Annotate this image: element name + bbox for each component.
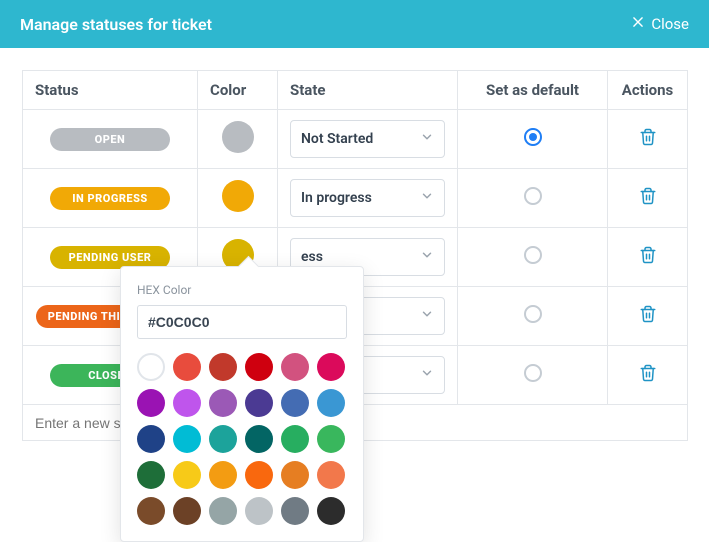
status-badge: OPEN <box>50 128 170 151</box>
picker-swatch[interactable] <box>209 425 237 453</box>
picker-swatch[interactable] <box>317 497 345 525</box>
col-actions: Actions <box>608 71 688 110</box>
picker-swatch[interactable] <box>137 389 165 417</box>
state-value: In progress <box>301 190 372 206</box>
picker-swatch[interactable] <box>245 497 273 525</box>
col-color: Color <box>198 71 278 110</box>
picker-swatch[interactable] <box>281 497 309 525</box>
picker-swatch[interactable] <box>281 389 309 417</box>
chevron-down-icon <box>420 366 434 384</box>
picker-swatch[interactable] <box>137 461 165 489</box>
delete-button[interactable] <box>639 246 657 264</box>
delete-button[interactable] <box>639 128 657 146</box>
col-status: Status <box>23 71 198 110</box>
picker-swatch[interactable] <box>281 353 309 381</box>
default-radio[interactable] <box>524 364 542 382</box>
close-button[interactable]: Close <box>631 15 689 33</box>
picker-swatch[interactable] <box>317 461 345 489</box>
default-radio[interactable] <box>524 128 542 146</box>
picker-swatch[interactable] <box>245 353 273 381</box>
picker-swatch[interactable] <box>173 425 201 453</box>
state-value: Not Started <box>301 131 373 147</box>
close-icon <box>631 15 645 33</box>
delete-button[interactable] <box>639 364 657 382</box>
chevron-down-icon <box>420 248 434 266</box>
modal-title: Manage statuses for ticket <box>20 15 212 34</box>
delete-button[interactable] <box>639 187 657 205</box>
picker-swatch[interactable] <box>137 425 165 453</box>
color-picker-popover: HEX Color <box>120 266 364 542</box>
picker-swatch[interactable] <box>317 425 345 453</box>
picker-swatch[interactable] <box>173 389 201 417</box>
picker-swatch[interactable] <box>209 353 237 381</box>
picker-swatch[interactable] <box>173 461 201 489</box>
table-row: IN PROGRESS In progress <box>23 169 688 228</box>
picker-swatch[interactable] <box>173 497 201 525</box>
picker-label: HEX Color <box>137 283 347 297</box>
table-row: OPEN Not Started <box>23 110 688 169</box>
picker-swatch[interactable] <box>245 461 273 489</box>
delete-button[interactable] <box>639 305 657 323</box>
hex-color-input[interactable] <box>137 305 347 339</box>
picker-swatch[interactable] <box>245 389 273 417</box>
default-radio[interactable] <box>524 246 542 264</box>
picker-swatch[interactable] <box>317 353 345 381</box>
picker-swatch[interactable] <box>209 497 237 525</box>
state-select[interactable]: Not Started <box>290 120 445 158</box>
status-badge: IN PROGRESS <box>50 187 170 210</box>
chevron-down-icon <box>420 130 434 148</box>
content: Status Color State Set as default Action… <box>0 48 709 441</box>
picker-swatch[interactable] <box>281 461 309 489</box>
picker-swatch[interactable] <box>209 389 237 417</box>
default-radio[interactable] <box>524 305 542 323</box>
picker-swatch[interactable] <box>281 425 309 453</box>
col-state: State <box>278 71 458 110</box>
color-swatch[interactable] <box>222 121 254 153</box>
color-swatch[interactable] <box>222 180 254 212</box>
picker-swatch[interactable] <box>137 497 165 525</box>
col-default: Set as default <box>458 71 608 110</box>
swatch-grid <box>137 353 347 525</box>
close-label: Close <box>651 15 689 33</box>
picker-swatch[interactable] <box>209 461 237 489</box>
modal-header: Manage statuses for ticket Close <box>0 0 709 48</box>
state-value: ess <box>301 249 323 265</box>
chevron-down-icon <box>420 307 434 325</box>
state-select[interactable]: In progress <box>290 179 445 217</box>
picker-swatch[interactable] <box>317 389 345 417</box>
picker-swatch[interactable] <box>245 425 273 453</box>
picker-swatch[interactable] <box>137 353 165 381</box>
default-radio[interactable] <box>524 187 542 205</box>
chevron-down-icon <box>420 189 434 207</box>
picker-swatch[interactable] <box>173 353 201 381</box>
